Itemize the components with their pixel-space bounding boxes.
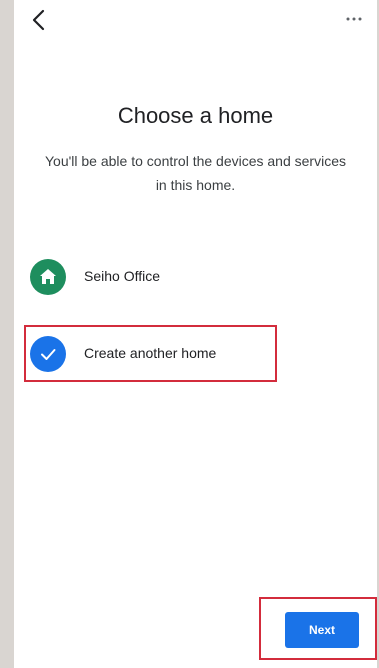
home-option-seiho-office[interactable]: Seiho Office — [24, 255, 354, 299]
page-title: Choose a home — [117, 103, 274, 128]
highlight-next-button — [259, 597, 377, 660]
page-subtitle: You'll be able to control the devices an… — [44, 153, 346, 193]
more-horizontal-icon — [346, 17, 362, 21]
chevron-left-icon — [32, 9, 45, 31]
phone-screen: Choose a home You'll be able to control … — [14, 0, 377, 668]
home-icon-badge — [30, 259, 66, 295]
home-option-label: Seiho Office — [84, 268, 161, 284]
home-icon — [40, 269, 56, 284]
highlight-create-home — [24, 325, 277, 382]
back-button[interactable] — [28, 8, 50, 32]
more-options-button[interactable] — [343, 10, 365, 28]
